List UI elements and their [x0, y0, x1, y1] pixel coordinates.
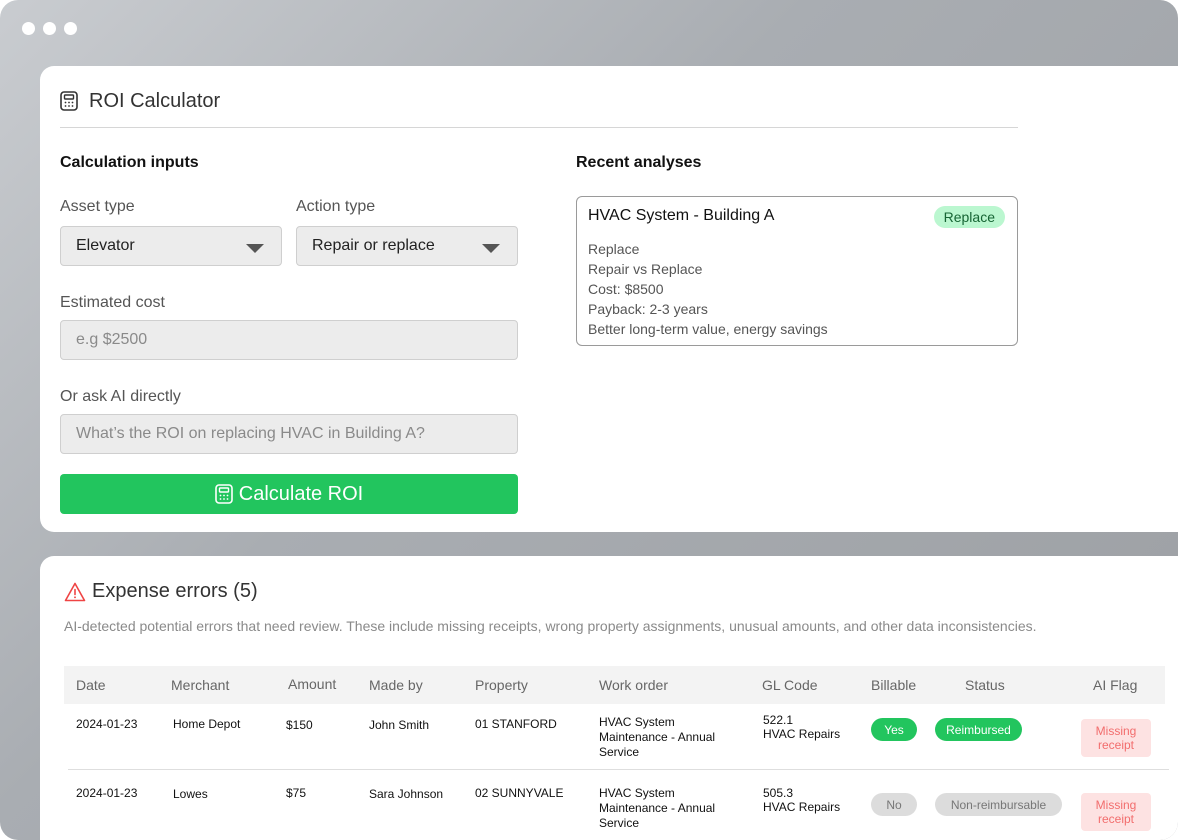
cell-amount: $75: [286, 786, 307, 800]
status-badge: Replace: [933, 206, 1005, 228]
expense-errors-title: Expense errors (5): [92, 580, 258, 602]
ai-flag-badge: Missing receipt: [1081, 719, 1151, 757]
roi-header: ROI Calculator: [60, 90, 1018, 128]
column-header-property[interactable]: Property: [475, 677, 528, 693]
ask-ai-label: Or ask AI directly: [60, 388, 181, 405]
table-row[interactable]: 2024-01-23 Lowes $75 Sara Johnson 02 SUN…: [68, 770, 1169, 840]
roi-calculator-card: ROI Calculator Calculation inputs Asset …: [40, 66, 1178, 532]
table-row[interactable]: 2024-01-23 Home Depot $150 John Smith 01…: [68, 704, 1169, 769]
asset-type-label: Asset type: [60, 198, 135, 215]
cell-merchant: Lowes: [173, 787, 208, 801]
cell-gl-code: 522.1: [763, 713, 794, 727]
column-header-merchant[interactable]: Merchant: [171, 677, 229, 693]
cell-property: 01 STANFORD: [475, 717, 557, 731]
status-badge: Reimbursed: [935, 718, 1022, 741]
asset-type-select[interactable]: Elevator: [60, 226, 282, 266]
column-header-date[interactable]: Date: [76, 677, 106, 693]
expense-errors-description: AI-detected potential errors that need r…: [64, 618, 1037, 634]
column-header-billable[interactable]: Billable: [871, 677, 916, 693]
billable-badge: No: [871, 793, 917, 816]
column-header-amount[interactable]: Amount: [288, 676, 336, 692]
calculate-roi-button[interactable]: Calculate ROI: [60, 474, 518, 514]
chevron-down-icon: [482, 244, 500, 253]
status-badge: Non-reimbursable: [935, 793, 1062, 816]
window-dot-icon[interactable]: [64, 22, 77, 35]
cell-amount: $150: [286, 718, 313, 732]
recent-analyses-title: Recent analyses: [576, 154, 702, 171]
ask-ai-input[interactable]: [60, 414, 518, 454]
analysis-line: Cost: $8500: [588, 281, 664, 297]
cell-gl-name: HVAC Repairs: [763, 727, 841, 741]
cell-made-by: John Smith: [369, 718, 430, 732]
column-header-work-order[interactable]: Work order: [599, 677, 668, 693]
calculator-icon: [214, 484, 233, 504]
column-header-status[interactable]: Status: [965, 677, 1005, 693]
cell-date: 2024-01-23: [76, 786, 138, 800]
window-dot-icon[interactable]: [43, 22, 56, 35]
asset-type-value: Elevator: [76, 237, 135, 254]
column-header-gl-code[interactable]: GL Code: [762, 677, 818, 693]
analysis-details: Replace Repair vs Replace Cost: $8500 Pa…: [588, 239, 828, 339]
cell-merchant: Home Depot: [173, 717, 241, 731]
cell-gl-name: HVAC Repairs: [763, 800, 841, 814]
calculation-inputs-title: Calculation inputs: [60, 154, 199, 171]
analysis-line: Better long-term value, energy savings: [588, 321, 828, 337]
app-window: ROI Calculator Calculation inputs Asset …: [0, 0, 1178, 840]
cell-gl-code: 505.3: [763, 786, 794, 800]
warning-triangle-icon: [64, 582, 86, 601]
table-header: Date Merchant Amount Made by Property Wo…: [64, 666, 1165, 704]
analysis-line: Replace: [588, 241, 640, 257]
analysis-line: Repair vs Replace: [588, 261, 703, 277]
calculate-roi-label: Calculate ROI: [238, 482, 364, 505]
window-controls: [22, 22, 77, 35]
column-header-made-by[interactable]: Made by: [369, 677, 423, 693]
cell-work-order: HVAC System Maintenance - Annual Service: [599, 715, 716, 759]
action-type-label: Action type: [296, 198, 376, 215]
analysis-title: HVAC System - Building A: [588, 207, 775, 224]
column-header-ai-flag[interactable]: AI Flag: [1093, 677, 1137, 693]
analysis-line: Payback: 2-3 years: [588, 301, 708, 317]
expense-errors-card: Expense errors (5) AI-detected potential…: [40, 556, 1178, 840]
cell-made-by: Sara Johnson: [369, 787, 444, 801]
analysis-card[interactable]: HVAC System - Building A Replace Replace…: [576, 196, 1018, 346]
cell-date: 2024-01-23: [76, 717, 138, 731]
ai-flag-badge: Missing receipt: [1081, 793, 1151, 831]
billable-badge: Yes: [871, 718, 917, 741]
cell-work-order: HVAC System Maintenance - Annual Service: [599, 786, 716, 830]
calculator-icon: [60, 91, 78, 111]
page-title: ROI Calculator: [89, 90, 221, 112]
action-type-select[interactable]: Repair or replace: [296, 226, 518, 266]
chevron-down-icon: [246, 244, 264, 253]
action-type-value: Repair or replace: [312, 237, 435, 254]
estimated-cost-label: Estimated cost: [60, 294, 165, 311]
estimated-cost-input[interactable]: [60, 320, 518, 360]
cell-property: 02 SUNNYVALE: [475, 786, 564, 800]
expense-errors-header: Expense errors (5): [64, 580, 258, 603]
window-dot-icon[interactable]: [22, 22, 35, 35]
